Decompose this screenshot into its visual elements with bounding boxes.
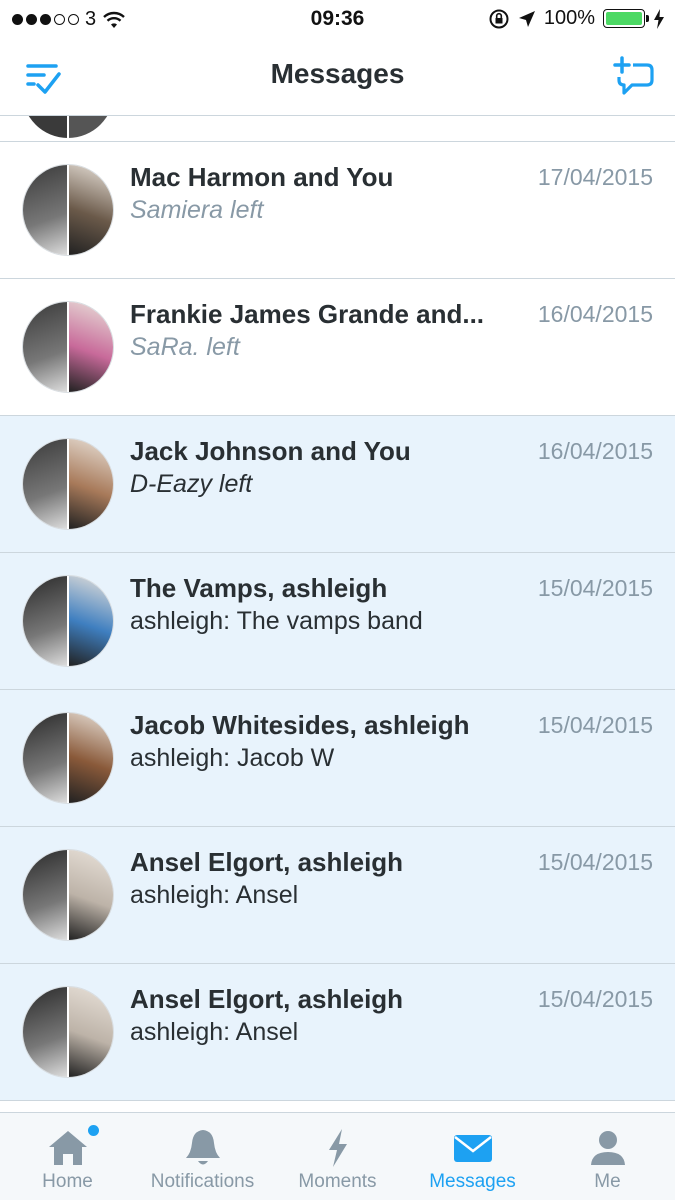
conversation-preview: ashleigh: The vamps band [130,607,423,635]
avatar [22,575,114,667]
conversation-preview: SaRa. left [130,333,240,361]
conversation-date: 17/04/2015 [537,164,653,190]
avatar [22,986,114,1078]
conversation-date: 15/04/2015 [537,849,653,875]
avatar-right-half [68,302,113,392]
avatar [22,164,114,256]
envelope-icon [453,1135,492,1162]
avatar-left-half [23,302,68,392]
avatar-left-half [23,850,68,940]
conversation-preview: ashleigh: Jacob W [130,744,335,772]
tab-bar: Home Notifications Moments Messages Me [0,1112,675,1200]
new-message-icon[interactable] [613,56,655,98]
status-right: 100% [488,7,665,30]
tab-moments-label: Moments [298,1171,377,1192]
tab-moments[interactable]: Moments [270,1113,405,1200]
conversation-date: 16/04/2015 [537,438,653,464]
avatar-left-half [23,439,68,529]
conversation-title: Frankie James Grande and... [130,299,485,329]
conversation-date: 15/04/2015 [537,986,653,1012]
conversation-row[interactable]: Jacob Whitesides, ashleigh ashleigh: Jaco… [0,690,675,827]
conversation-row[interactable]: Mac Harmon and You Samiera left 17/04/2015 [0,142,675,279]
battery-icon [603,9,649,28]
avatar-left-half [23,987,68,1077]
avatar [22,712,114,804]
conversation-title: Jack Johnson and You [130,436,411,466]
conversation-list: Mac Harmon and You Samiera left 17/04/2015… [0,116,675,1112]
avatar-right-half [68,987,113,1077]
avatar-right-half [68,165,113,255]
tab-me[interactable]: Me [540,1113,675,1200]
conversation-date: 16/04/2015 [537,301,653,327]
tab-home[interactable]: Home [0,1113,135,1200]
home-notification-dot [88,1125,99,1136]
conversation-title: Jacob Whitesides, ashleigh [130,710,470,740]
tab-home-label: Home [42,1171,93,1192]
avatar-right-half [68,850,113,940]
conversation-title: Ansel Elgort, ashleigh [130,984,404,1014]
conversation-title: The Vamps, ashleigh [130,573,388,603]
avatar [22,301,114,393]
conversation-row[interactable]: Ansel Elgort, ashleigh ashleigh: Ansel 15/… [0,827,675,964]
page-title: Messages [270,58,405,89]
home-icon [48,1131,87,1165]
conversation-preview: ashleigh: Ansel [130,881,299,909]
avatar-left-half [23,713,68,803]
avatar-right-half [68,439,113,529]
status-bar: 3 09:36 100% [0,0,675,38]
conversation-preview: Samiera left [130,196,264,224]
conversation-date: 15/04/2015 [537,575,653,601]
conversation-title: Mac Harmon and You [130,162,394,192]
tab-messages[interactable]: Messages [405,1113,540,1200]
bell-icon [185,1130,220,1165]
tab-messages-label: Messages [429,1171,516,1192]
conversation-row[interactable]: Jack Johnson and You D-Eazy left 16/04/201… [0,416,675,553]
lightning-icon [328,1129,347,1167]
avatar-left-half [23,165,68,255]
conversation-row[interactable]: Ansel Elgort, ashleigh ashleigh: Ansel 15/… [0,964,675,1101]
conversation-preview: ashleigh: Ansel [130,1018,299,1046]
conversation-date: 15/04/2015 [537,712,653,738]
conversation-preview: D-Eazy left [130,470,253,498]
battery-percent: 100% [543,7,595,29]
avatar-right-half [68,576,113,666]
tab-notifications[interactable]: Notifications [135,1113,270,1200]
partial-conversation-row[interactable] [0,116,675,142]
navigation-bar: Messages [0,38,675,116]
tab-me-label: Me [594,1171,621,1192]
avatar-right-half [68,713,113,803]
person-icon [590,1131,625,1165]
avatar-left-half [23,576,68,666]
charging-bolt-icon [654,8,664,29]
avatar [22,116,114,138]
rotation-lock-icon [489,9,509,28]
avatar [22,849,114,941]
location-arrow-icon [518,10,535,27]
conversation-row[interactable]: The Vamps, ashleigh ashleigh: The vamps b… [0,553,675,690]
tab-notifications-label: Notifications [150,1171,255,1192]
avatar [22,438,114,530]
conversation-row[interactable]: Frankie James Grande and... SaRa. left 16/… [0,279,675,416]
conversation-title: Ansel Elgort, ashleigh [130,847,404,877]
